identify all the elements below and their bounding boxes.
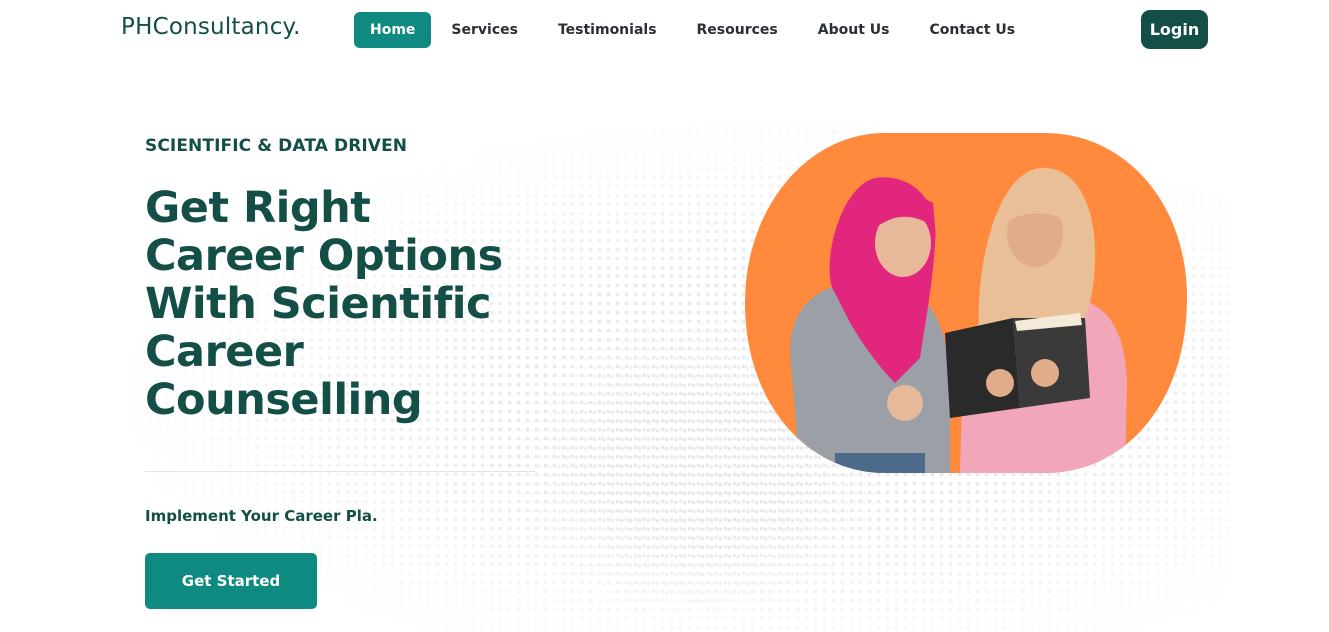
nav-contact-us[interactable]: Contact Us <box>913 12 1031 48</box>
hero-headline: Get Right Career Options With Scientific… <box>145 184 565 424</box>
nav-testimonials[interactable]: Testimonials <box>542 12 673 48</box>
get-started-button[interactable]: Get Started <box>145 553 317 609</box>
nav-services[interactable]: Services <box>435 12 534 48</box>
nav-about-us[interactable]: About Us <box>802 12 906 48</box>
hero-divider <box>145 471 535 472</box>
brand-logo[interactable]: PHConsultancy. <box>121 14 301 40</box>
headline-line-2: Career Options <box>145 231 503 281</box>
hero-eyebrow: SCIENTIFIC & DATA DRIVEN <box>145 136 408 156</box>
nav-resources[interactable]: Resources <box>681 12 794 48</box>
headline-line-1: Get Right <box>145 183 371 233</box>
headline-line-5: Counselling <box>145 375 423 425</box>
headline-line-4: Career <box>145 327 304 377</box>
book-icon <box>945 318 1020 418</box>
hero-image <box>745 133 1187 473</box>
hero-subtitle: Implement Your Career Pla. <box>145 507 378 525</box>
login-button[interactable]: Login <box>1141 10 1208 49</box>
main-nav: Home Services Testimonials Resources Abo… <box>354 12 1035 48</box>
nav-home[interactable]: Home <box>354 12 432 48</box>
headline-line-3: With Scientific <box>145 279 492 329</box>
